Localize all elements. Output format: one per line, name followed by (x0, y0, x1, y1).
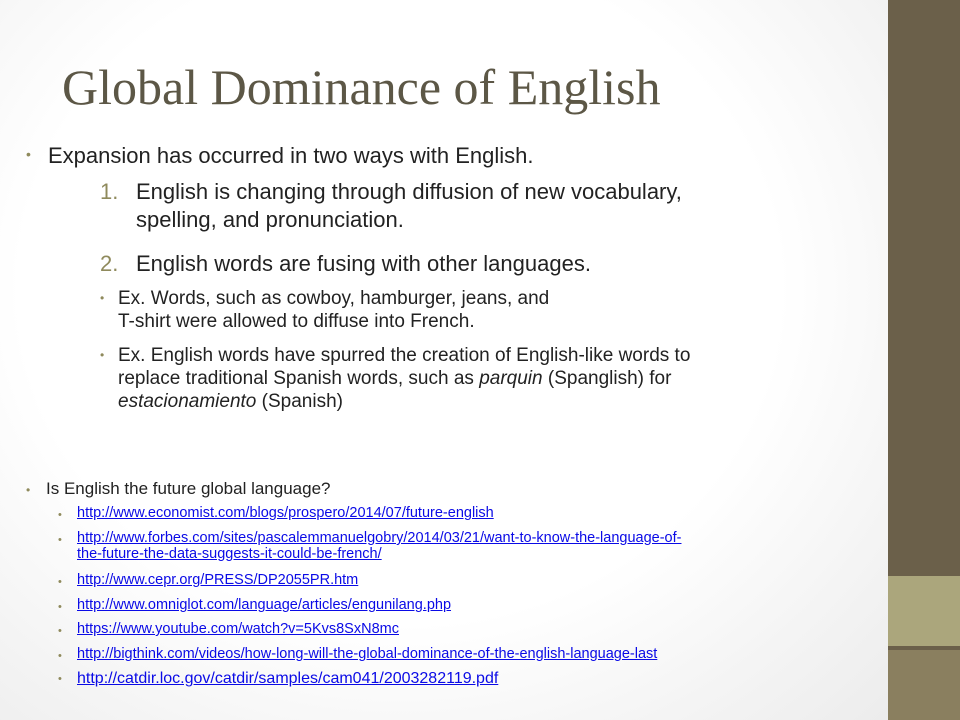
link-cepr[interactable]: http://www.cepr.org/PRESS/DP2055PR.htm (77, 573, 358, 588)
example-1-line1: Ex. Words, such as cowboy, hamburger, je… (118, 288, 550, 309)
number-1: 1. (100, 179, 119, 204)
intro-text: Expansion has occurred in two ways with … (48, 143, 534, 168)
bullet-icon: • (58, 534, 62, 546)
example-2-text-b: (Spanglish) for (542, 368, 672, 389)
example-2-line3: estacionamiento (Spanish) (118, 391, 343, 413)
numbered-item-1-line1: English is changing through diffusion of… (136, 179, 682, 204)
example-1-line2: T-shirt were allowed to diffuse into Fre… (118, 311, 475, 332)
bullet-icon: • (58, 650, 62, 662)
example-2-italic-term: parquin (479, 368, 543, 389)
bullet-icon: • (100, 348, 105, 362)
bullet-icon: • (58, 601, 62, 613)
question-text: Is English the future global language? (46, 479, 331, 498)
bullet-icon: • (26, 483, 31, 497)
number-2: 2. (100, 251, 119, 276)
bullet-icon: • (100, 291, 105, 305)
link-youtube[interactable]: https://www.youtube.com/watch?v=5Kvs8SxN… (77, 622, 399, 637)
link-bigthink[interactable]: http://bigthink.com/videos/how-long-will… (77, 647, 657, 662)
example-2-text-c: (Spanish) (256, 391, 343, 412)
numbered-item-2-line1: English words are fusing with other lang… (136, 251, 591, 276)
bullet-icon: • (58, 625, 62, 637)
example-2-italic-term-2: estacionamiento (118, 391, 257, 412)
link-loc[interactable]: http://catdir.loc.gov/catdir/samples/cam… (77, 670, 498, 687)
link-omniglot[interactable]: http://www.omniglot.com/language/article… (77, 598, 451, 613)
link-economist[interactable]: http://www.economist.com/blogs/prospero/… (77, 506, 494, 521)
bullet-icon: • (58, 509, 62, 521)
bullet-icon: • (26, 146, 31, 162)
example-2-line1: Ex. English words have spurred the creat… (118, 345, 691, 366)
numbered-item-1-line2: spelling, and pronunciation. (136, 207, 404, 232)
example-2-text-a: replace traditional Spanish words, such … (118, 368, 480, 389)
sidebar-band-mid (888, 650, 960, 720)
bullet-icon: • (58, 576, 62, 588)
bullet-icon: • (58, 673, 62, 685)
link-forbes-continued[interactable]: the-future-the-data-suggests-it-could-be… (77, 547, 382, 562)
sidebar-band-light (888, 576, 960, 646)
slide-title: Global Dominance of English (62, 59, 661, 115)
link-forbes[interactable]: http://www.forbes.com/sites/pascalemmanu… (77, 531, 681, 546)
example-2-line2: replace traditional Spanish words, such … (118, 368, 671, 390)
